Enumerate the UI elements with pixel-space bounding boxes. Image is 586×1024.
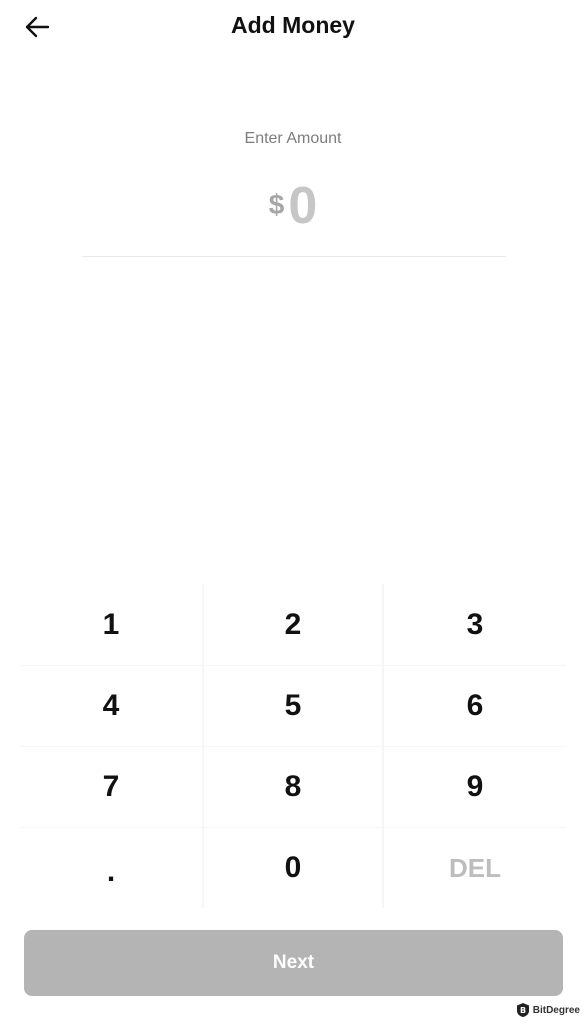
- watermark-text: BitDegree: [532, 1004, 580, 1016]
- key-3[interactable]: 3: [384, 584, 566, 665]
- amount-value: 0: [288, 177, 318, 235]
- header: Add Money: [0, 0, 586, 56]
- key-2[interactable]: 2: [202, 584, 384, 665]
- key-decimal[interactable]: .: [20, 827, 202, 908]
- watermark: B BitDegree: [516, 1002, 580, 1018]
- amount-label: Enter Amount: [244, 130, 342, 147]
- key-0[interactable]: 0: [202, 827, 384, 908]
- bitdegree-logo-icon: B: [516, 1003, 529, 1017]
- key-6[interactable]: 6: [384, 665, 566, 746]
- key-7[interactable]: 7: [20, 746, 202, 827]
- numeric-keypad: 1 2 3 4 5 6 7 8 9 . 0 DEL: [20, 584, 566, 908]
- key-8[interactable]: 8: [202, 746, 384, 827]
- amount-display[interactable]: $ 0: [0, 176, 586, 236]
- key-5[interactable]: 5: [202, 665, 384, 746]
- key-4[interactable]: 4: [20, 665, 202, 746]
- key-9[interactable]: 9: [384, 746, 566, 827]
- next-button[interactable]: Next: [24, 930, 563, 996]
- key-1[interactable]: 1: [20, 584, 202, 665]
- delete-key[interactable]: DEL: [384, 827, 566, 908]
- currency-symbol: $: [268, 189, 285, 220]
- svg-text:B: B: [520, 1006, 526, 1015]
- amount-underline: [82, 256, 506, 257]
- page-title: Add Money: [231, 12, 355, 38]
